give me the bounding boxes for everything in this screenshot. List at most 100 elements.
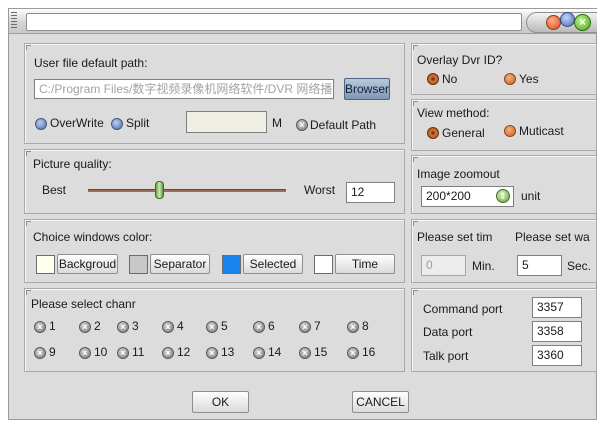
drag-grip-icon[interactable] [11, 12, 17, 30]
separator-color-button[interactable]: Separator [150, 254, 210, 274]
channel-10-checkbox[interactable]: × [79, 347, 91, 359]
selected-color-swatch[interactable] [222, 255, 241, 274]
channel-2-checkbox[interactable]: × [79, 321, 91, 333]
channel-5-label: 5 [221, 319, 228, 333]
view-general-radio[interactable] [427, 127, 439, 139]
view-muticast-label: Muticast [519, 124, 564, 138]
channel-12-label: 12 [177, 345, 191, 359]
channel-10-label: 10 [94, 345, 108, 359]
channel-14-checkbox[interactable]: × [253, 347, 265, 359]
channel-9-label: 9 [49, 345, 56, 359]
maximize-icon[interactable] [560, 12, 575, 27]
close-icon[interactable]: × [574, 14, 591, 31]
picture-quality-label: Picture quality: [33, 157, 112, 171]
zoom-spinner-icon[interactable]: ⇕ [496, 189, 510, 203]
overlay-yes-label: Yes [519, 72, 539, 86]
channel-6-checkbox[interactable]: × [253, 321, 265, 333]
background-color-button[interactable]: Backgroud [57, 254, 118, 274]
panel-corner [413, 45, 418, 50]
worst-label: Worst [304, 183, 336, 197]
channel-9-checkbox[interactable]: × [34, 347, 46, 359]
channel-4-checkbox[interactable]: × [162, 321, 174, 333]
time-color-swatch[interactable] [314, 255, 333, 274]
set-wait-label: Please set wa [515, 230, 590, 244]
split-label: Split [126, 116, 150, 130]
channel-15-label: 15 [314, 345, 328, 359]
panel-corner [26, 151, 31, 156]
zoom-value: 200*200 [426, 189, 471, 203]
minutes-unit-label: Min. [472, 259, 495, 273]
command-port-label: Command port [423, 302, 503, 316]
channel-5-checkbox[interactable]: × [206, 321, 218, 333]
channel-8-label: 8 [362, 319, 369, 333]
channel-11-label: 11 [132, 345, 145, 359]
channel-1-label: 1 [49, 319, 56, 333]
best-label: Best [42, 183, 67, 197]
overwrite-radio[interactable] [35, 118, 47, 130]
browse-button[interactable]: Browser [344, 78, 390, 100]
talk-port-field[interactable]: 3360 [532, 345, 582, 366]
channel-7-label: 7 [314, 319, 321, 333]
channel-3-label: 3 [132, 319, 139, 333]
default-path-checkbox[interactable]: × [296, 119, 308, 131]
selected-color-button[interactable]: Selected [243, 254, 303, 274]
view-general-label: General [442, 126, 485, 140]
quality-slider-track[interactable] [88, 189, 286, 192]
channel-select-label: Please select chanr [31, 297, 136, 311]
title-field [26, 13, 522, 31]
time-color-button[interactable]: Time [335, 254, 395, 274]
window-title [27, 15, 31, 29]
panel-corner [413, 290, 418, 295]
channel-15-checkbox[interactable]: × [299, 347, 311, 359]
view-method-label: View method: [417, 106, 490, 120]
minutes-field[interactable]: 0 [421, 255, 466, 276]
quality-value-field[interactable]: 12 [346, 182, 395, 203]
panel-corner [413, 221, 418, 226]
zoom-label: Image zoomout [417, 167, 500, 181]
channel-1-checkbox[interactable]: × [34, 321, 46, 333]
channel-6-label: 6 [268, 319, 275, 333]
command-port-field[interactable]: 3357 [532, 297, 582, 318]
default-path-label: Default Path [310, 118, 377, 132]
panel-corner [413, 157, 418, 162]
panel-corner [26, 290, 31, 295]
data-port-label: Data port [423, 325, 473, 339]
channel-16-checkbox[interactable]: × [347, 347, 359, 359]
channel-11-checkbox[interactable]: × [117, 347, 129, 359]
channel-13-checkbox[interactable]: × [206, 347, 218, 359]
seconds-field[interactable]: 5 [517, 255, 562, 276]
channel-7-checkbox[interactable]: × [299, 321, 311, 333]
set-time-label: Please set tim [417, 230, 493, 244]
view-muticast-radio[interactable] [504, 125, 516, 137]
channel-14-label: 14 [268, 345, 282, 359]
minimize-icon[interactable] [546, 15, 561, 30]
channel-3-checkbox[interactable]: × [117, 321, 129, 333]
file-path-field[interactable]: C:/Program Files/数字视频录像机网络软件/DVR 网络播 [34, 79, 334, 99]
panel-corner [26, 221, 31, 226]
window-color-label: Choice windows color: [33, 230, 153, 244]
split-radio[interactable] [111, 118, 123, 130]
panel-corner [26, 45, 31, 50]
size-unit-label: M [272, 116, 282, 130]
zoom-unit-label: unit [521, 189, 541, 203]
quality-slider-thumb[interactable] [155, 181, 165, 199]
overlay-no-radio[interactable] [427, 73, 439, 85]
channel-12-checkbox[interactable]: × [162, 347, 174, 359]
data-port-field[interactable]: 3358 [532, 321, 582, 342]
overlay-no-label: No [442, 72, 458, 86]
separator-color-swatch[interactable] [129, 255, 148, 274]
seconds-unit-label: Sec. [567, 259, 592, 273]
channel-2-label: 2 [94, 319, 101, 333]
channel-4-label: 4 [177, 319, 184, 333]
background-color-swatch[interactable] [36, 255, 55, 274]
channel-8-checkbox[interactable]: × [347, 321, 359, 333]
channel-13-label: 13 [221, 345, 235, 359]
overlay-yes-radio[interactable] [504, 73, 516, 85]
split-size-field[interactable] [186, 111, 267, 133]
talk-port-label: Talk port [423, 349, 469, 363]
cancel-button[interactable]: CANCEL [352, 391, 409, 413]
file-path-label: User file default path: [34, 56, 148, 70]
ok-button[interactable]: OK [192, 391, 249, 413]
overwrite-label: OverWrite [50, 116, 104, 130]
overlay-label: Overlay Dvr ID? [417, 53, 503, 67]
